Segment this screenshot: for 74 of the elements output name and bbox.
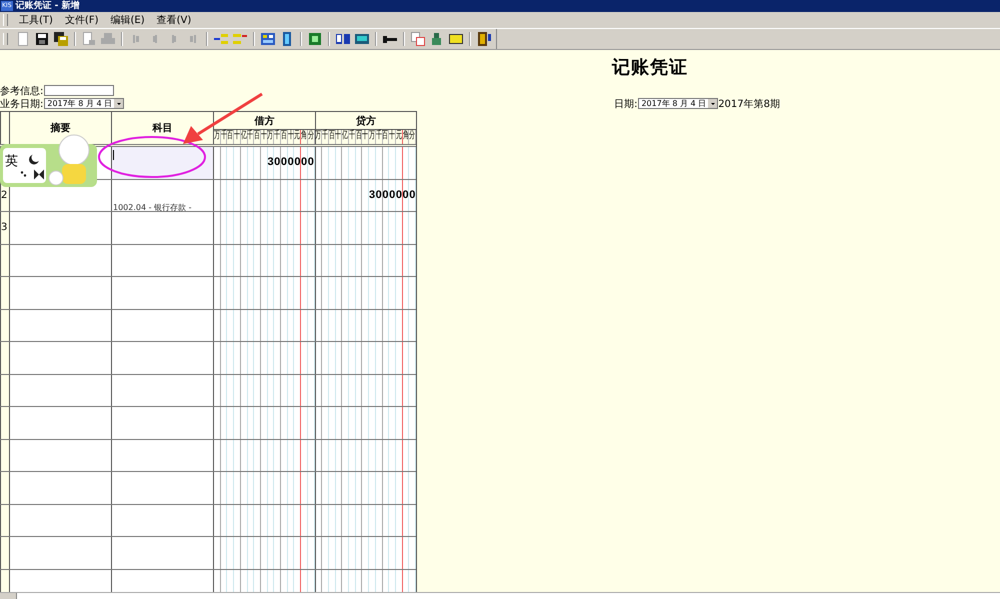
digit-unit-label: 十 xyxy=(288,130,294,143)
digit-unit-label: 十 xyxy=(362,130,368,143)
dropdown-button[interactable] xyxy=(708,99,718,108)
envelope-icon[interactable] xyxy=(448,31,464,47)
horizontal-scrollbar[interactable] xyxy=(0,592,1000,599)
menu-item[interactable]: 工具(T) xyxy=(14,13,58,27)
row-header xyxy=(0,374,9,406)
digit-unit-label: 十 xyxy=(260,130,267,143)
menu-item[interactable]: 文件(F) xyxy=(60,13,104,27)
digit-unit-label: 千 xyxy=(247,130,254,143)
table-cell[interactable]: 1002.04 - 银行存款 - xyxy=(111,180,213,211)
row-header xyxy=(0,310,9,341)
digit-unit-label: 元 xyxy=(294,130,300,143)
copy-icon[interactable] xyxy=(410,31,426,47)
grid-icon[interactable] xyxy=(260,31,276,47)
digit-unit-label: 万 xyxy=(214,130,220,143)
dropdown-button[interactable] xyxy=(114,99,124,108)
delete-row-icon[interactable] xyxy=(232,31,248,47)
monitor-icon[interactable] xyxy=(354,31,370,47)
date-combo[interactable]: 2017年 8 月 4 日 xyxy=(638,98,718,109)
row-header xyxy=(0,504,9,536)
digit-unit-label: 百 xyxy=(382,130,388,143)
row-header xyxy=(0,570,9,592)
scroll-left-button[interactable] xyxy=(0,593,17,599)
moon-butterfly-icon xyxy=(20,148,46,183)
insert-row-icon[interactable] xyxy=(213,31,229,47)
digit-unit-label: 百 xyxy=(280,130,287,143)
row-header xyxy=(0,407,9,438)
digit-unit-label: 千 xyxy=(348,130,355,143)
row-header xyxy=(0,277,9,308)
digit-unit-label: 亿 xyxy=(240,130,247,143)
digit-unit-label: 角 xyxy=(402,130,408,143)
floppy-stack-icon[interactable] xyxy=(53,31,69,47)
column-header: 科目 xyxy=(152,122,172,135)
digit-unit-label: 千 xyxy=(376,130,382,143)
menu-item[interactable]: 编辑(E) xyxy=(105,13,150,27)
field-label: 日期: xyxy=(614,98,638,110)
digit-unit-label: 十 xyxy=(234,130,240,143)
voucher-title: 记账凭证 xyxy=(612,56,688,79)
input-field[interactable] xyxy=(44,85,114,96)
digit-unit-label: 百 xyxy=(356,130,362,143)
period-label: 2017年第8期 xyxy=(718,98,780,110)
digit-unit-label: 万 xyxy=(267,130,274,143)
column-header: 贷方 xyxy=(356,114,376,128)
digit-unit-label: 角 xyxy=(301,130,307,143)
ime-mode-text: 英 xyxy=(3,148,20,183)
digit-unit-label: 万 xyxy=(368,130,375,143)
digit-unit-label: 千 xyxy=(274,130,280,143)
field-label: 业务日期: xyxy=(0,98,44,110)
window-title: 记账凭证 - 新增 xyxy=(16,0,80,12)
menu-item[interactable]: 查看(V) xyxy=(152,13,196,27)
field-label: 参考信息: xyxy=(0,84,44,98)
digit-unit-label: 分 xyxy=(308,130,314,143)
digit-unit-label: 百 xyxy=(254,130,260,143)
digit-unit-label: 十 xyxy=(389,130,396,143)
row-header xyxy=(0,244,9,276)
row-header xyxy=(0,472,9,504)
digit-unit-label: 百 xyxy=(328,130,335,143)
digit-unit-label: 亿 xyxy=(342,130,348,143)
row-header xyxy=(0,440,9,471)
table-cell[interactable] xyxy=(111,147,213,178)
row-header xyxy=(0,537,9,568)
column-header: 借方 xyxy=(254,114,274,128)
digit-unit-label: 千 xyxy=(322,130,328,143)
digit-unit-label: 元 xyxy=(396,130,402,143)
digit-unit-label: 分 xyxy=(409,130,416,143)
row-header xyxy=(0,342,9,374)
date-combo[interactable]: 2017年 8 月 4 日 xyxy=(44,98,124,109)
digit-unit-label: 百 xyxy=(227,130,234,143)
digit-unit-label: 十 xyxy=(335,130,342,143)
column-header: 摘要 xyxy=(50,121,70,135)
row-header: 3 xyxy=(0,212,9,244)
door-icon[interactable] xyxy=(476,31,492,47)
digit-unit-label: 千 xyxy=(220,130,227,143)
